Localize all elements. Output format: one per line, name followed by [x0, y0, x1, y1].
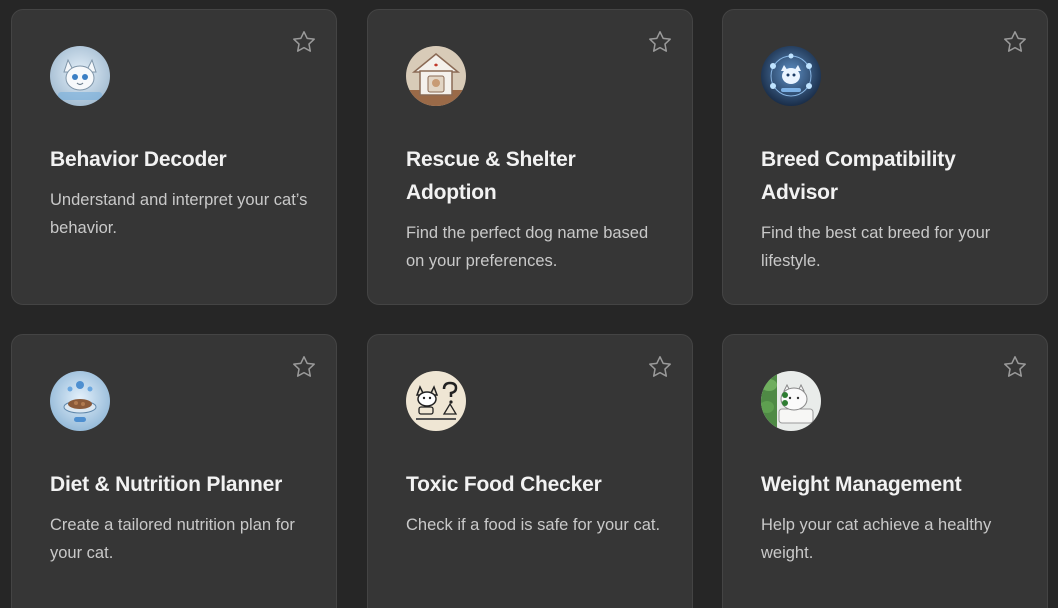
card-title: Behavior Decoder: [50, 148, 227, 171]
cat-robot-icon: [50, 46, 110, 106]
card-description: Check if a food is safe for your cat.: [406, 516, 661, 534]
card-title: Rescue & Shelter Adoption: [406, 148, 576, 204]
favorite-star-icon[interactable]: [647, 29, 673, 55]
card-title: Weight Management: [761, 473, 962, 496]
tool-card-toxic-food-checker[interactable]: Toxic Food Checker Check if a food is sa…: [367, 334, 693, 608]
cat-question-icon: [406, 371, 466, 431]
food-bowl-icon: [50, 371, 110, 431]
tool-card-breed-compatibility-advisor[interactable]: Breed Compatibility Advisor Find the bes…: [722, 9, 1048, 305]
tool-card-weight-management[interactable]: Weight Management Help your cat achieve …: [722, 334, 1048, 608]
card-title: Toxic Food Checker: [406, 473, 602, 496]
favorite-star-icon[interactable]: [1002, 29, 1028, 55]
pet-shelter-house-icon: [406, 46, 466, 106]
tool-card-diet-nutrition-planner[interactable]: Diet & Nutrition Planner Create a tailor…: [11, 334, 337, 608]
tools-grid: Behavior Decoder Understand and interpre…: [0, 0, 1058, 608]
card-title: Diet & Nutrition Planner: [50, 473, 283, 496]
favorite-star-icon[interactable]: [291, 29, 317, 55]
favorite-star-icon[interactable]: [647, 354, 673, 380]
card-description: Find the perfect dog name based on your …: [406, 224, 649, 270]
tool-card-behavior-decoder[interactable]: Behavior Decoder Understand and interpre…: [11, 9, 337, 305]
favorite-star-icon[interactable]: [1002, 354, 1028, 380]
card-description: Understand and interpret your cat’s beha…: [50, 191, 308, 237]
card-description: Help your cat achieve a healthy weight.: [761, 516, 992, 562]
favorite-star-icon[interactable]: [291, 354, 317, 380]
cat-hologram-icon: [761, 46, 821, 106]
card-description: Find the best cat breed for your lifesty…: [761, 224, 991, 270]
card-description: Create a tailored nutrition plan for you…: [50, 516, 295, 562]
card-title: Breed Compatibility Advisor: [761, 148, 956, 204]
tool-card-rescue-shelter-adoption[interactable]: Rescue & Shelter Adoption Find the perfe…: [367, 9, 693, 305]
cat-scale-icon: [761, 371, 821, 431]
